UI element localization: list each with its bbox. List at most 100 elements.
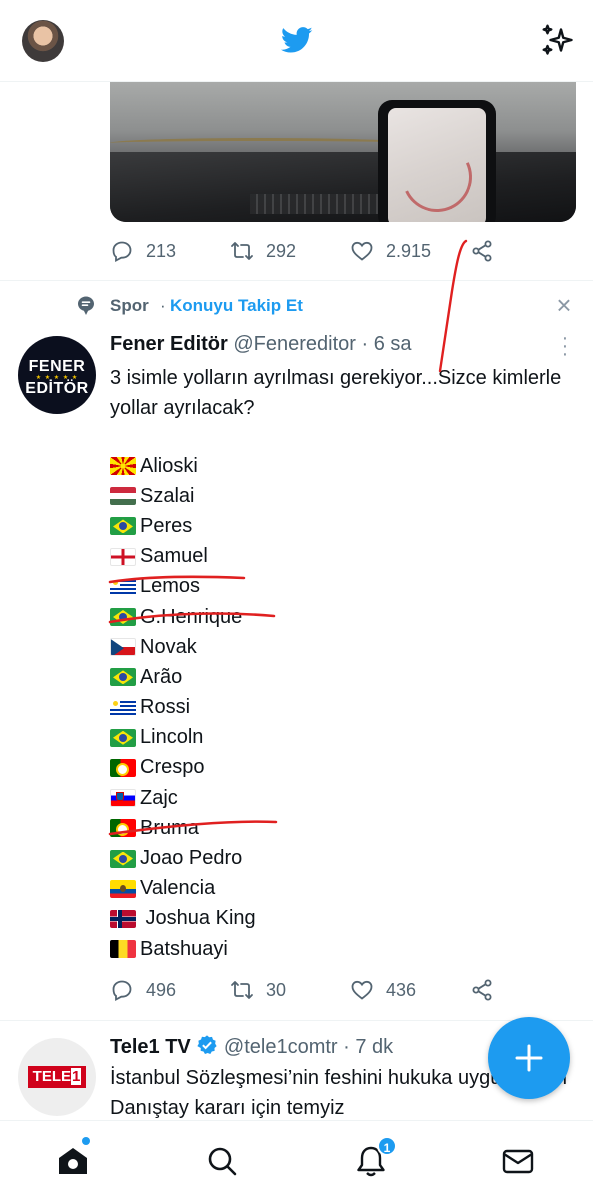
reply-button[interactable]: 496: [110, 975, 176, 1005]
share-button[interactable]: [470, 236, 506, 266]
follow-topic-button[interactable]: Konuyu Takip Et: [170, 296, 303, 316]
topic-context: Spor · Konuyu Takip Et ×: [0, 290, 593, 322]
tele1-name[interactable]: Tele1 TV: [110, 1036, 191, 1058]
author-name[interactable]: Fener Editör: [110, 333, 228, 355]
share-button[interactable]: [470, 975, 506, 1005]
home-unread-dot: [82, 1137, 90, 1145]
retweet-count: 292: [266, 240, 297, 261]
like-button[interactable]: 436: [350, 975, 416, 1005]
player-name: Joao Pedro: [140, 847, 243, 870]
tweet-media-image[interactable]: [110, 82, 576, 222]
flag-si-icon: [110, 789, 136, 808]
player-name: Novak: [140, 635, 197, 658]
retweet-count: 30: [266, 979, 287, 1000]
heart-icon: [351, 241, 373, 261]
share-icon: [472, 979, 492, 1001]
topic-separator: ·: [160, 296, 166, 315]
flag-mk-icon: [110, 457, 136, 476]
bottom-navigation: 1: [0, 1120, 593, 1200]
player-item: Novak: [110, 632, 580, 662]
close-icon[interactable]: ×: [552, 292, 576, 318]
player-item: Rossi: [110, 693, 580, 723]
tele1-handle[interactable]: @tele1comtr: [224, 1036, 338, 1058]
author-handle[interactable]: @Fenereditor: [233, 333, 356, 355]
twitter-bird-icon[interactable]: [279, 24, 315, 56]
tele1-time[interactable]: 7 dk: [355, 1036, 393, 1058]
flag-ec-icon: [110, 879, 136, 898]
player-item: Alioski: [110, 451, 580, 481]
reply-button[interactable]: 213: [110, 236, 176, 266]
tweet-actions: 496 30 436: [110, 975, 510, 1005]
player-item: Samuel: [110, 542, 580, 572]
prev-tweet-actions: 213 292 2.915: [110, 236, 510, 266]
retweet-button[interactable]: 292: [230, 236, 296, 266]
top-bar: [0, 0, 593, 82]
mail-icon[interactable]: [500, 1143, 536, 1179]
retweet-icon: [231, 981, 253, 999]
player-name: Valencia: [140, 877, 216, 900]
flag-uy-icon: [110, 698, 136, 717]
player-item: Zajc: [110, 783, 580, 813]
player-item: Bruma: [110, 813, 580, 843]
player-name: Samuel: [140, 545, 208, 568]
flag-pt-icon: [110, 819, 136, 838]
player-name: Lincoln: [140, 726, 204, 749]
flag-uy-icon: [110, 577, 136, 596]
sparkle-icon[interactable]: [540, 22, 576, 58]
flag-br-icon: [110, 517, 136, 536]
dashboard-trim: [110, 138, 410, 148]
player-name: Alioski: [140, 454, 198, 477]
player-name: Rossi: [140, 696, 191, 719]
tele1-logo-text: TELE: [32, 1068, 71, 1085]
header-separator: ·: [361, 333, 369, 355]
tele1-avatar[interactable]: TELE1: [18, 1038, 96, 1116]
reply-count: 213: [146, 240, 177, 261]
air-vent: [250, 194, 380, 214]
player-item: Joao Pedro: [110, 843, 580, 873]
player-name: Arão: [140, 665, 183, 688]
flag-be-icon: [110, 940, 136, 959]
like-button[interactable]: 2.915: [350, 236, 431, 266]
player-name: Bruma: [140, 816, 199, 839]
avatar-text-editor: EDİTÖR: [25, 380, 89, 397]
tweet-divider: [0, 1020, 593, 1021]
flag-br-icon: [110, 608, 136, 627]
player-item: G.Henrique: [110, 602, 580, 632]
flag-br-icon: [110, 728, 136, 747]
topic-name[interactable]: Spor: [110, 296, 149, 316]
retweet-button[interactable]: 30: [230, 975, 286, 1005]
search-icon[interactable]: [204, 1143, 240, 1179]
retweet-icon: [231, 242, 253, 260]
tweet-divider: [0, 280, 593, 281]
more-options-icon[interactable]: · · ·: [558, 328, 572, 364]
like-count: 436: [386, 979, 417, 1000]
flag-hu-icon: [110, 487, 136, 506]
flag-en-icon: [110, 547, 136, 566]
compose-tweet-button[interactable]: [488, 1017, 570, 1099]
player-name: Crespo: [140, 756, 205, 779]
tweet-text: 3 isimle yolların ayrılması gerekiyor...…: [110, 367, 562, 419]
player-item: Valencia: [110, 874, 580, 904]
player-name: G.Henrique: [140, 605, 243, 628]
player-item: Crespo: [110, 753, 580, 783]
flag-no-icon: [110, 909, 136, 928]
player-item: Lincoln: [110, 723, 580, 753]
reply-count: 496: [146, 979, 177, 1000]
plus-icon: [515, 1044, 543, 1072]
reply-icon: [112, 241, 132, 262]
fener-editor-avatar[interactable]: FENER ★ ★ ★ ★ ★ EDİTÖR: [18, 336, 96, 414]
player-name: Szalai: [140, 484, 195, 507]
player-name: Lemos: [140, 575, 201, 598]
verified-badge-icon: [197, 1035, 217, 1054]
player-name: Peres: [140, 514, 193, 537]
home-icon[interactable]: [55, 1143, 91, 1179]
player-item: Lemos: [110, 572, 580, 602]
heart-icon: [351, 980, 373, 1000]
player-item: Arão: [110, 662, 580, 692]
profile-avatar[interactable]: [22, 20, 64, 62]
player-item: Batshuayi: [110, 934, 580, 964]
tweet-header: Fener Editör @Fenereditor · 6 sa: [110, 333, 412, 359]
flag-cz-icon: [110, 638, 136, 657]
tweet-time[interactable]: 6 sa: [374, 333, 412, 355]
flag-br-icon: [110, 668, 136, 687]
